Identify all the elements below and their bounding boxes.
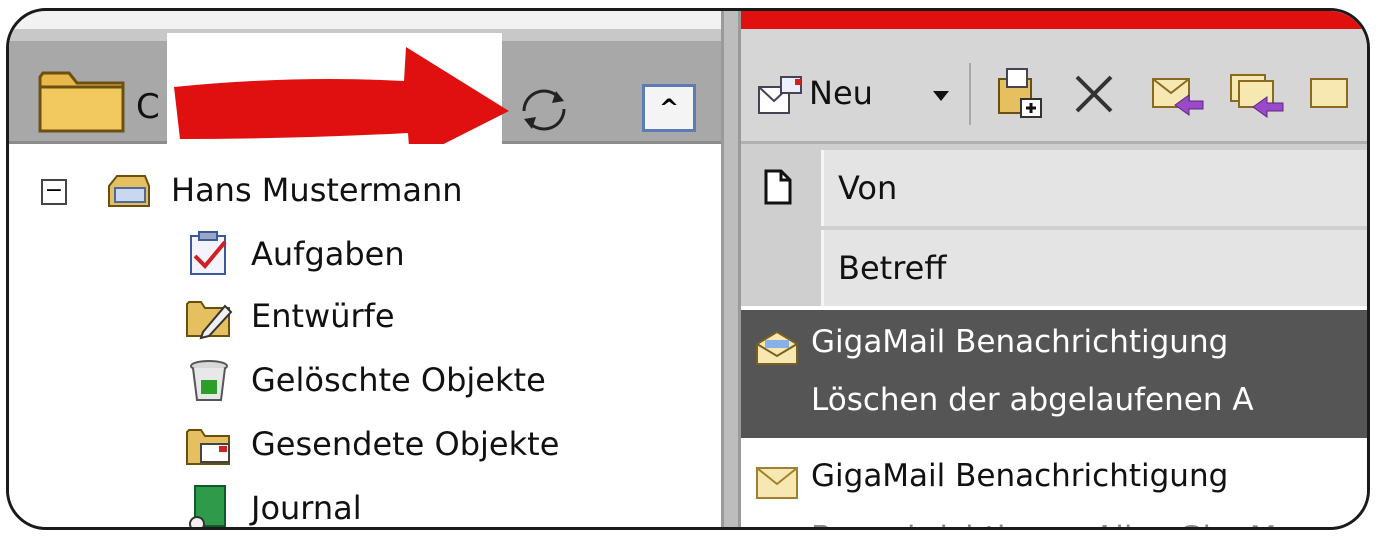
tree-item-sent[interactable]: Gesendete Objekte [185, 420, 559, 468]
delete-icon[interactable] [1071, 71, 1117, 117]
toolbar-separator [969, 63, 971, 125]
mail-icon [756, 467, 798, 499]
mailbox-icon [108, 175, 150, 207]
tasks-icon [190, 231, 227, 275]
journal-icon [189, 485, 226, 527]
reply-all-icon[interactable] [1227, 69, 1287, 119]
message-sender: GigaMail Benachrichtigung [811, 458, 1229, 494]
folder-tree: − Hans Mustermann Aufgaben Entwürfe Gelö… [9, 144, 721, 527]
navigation-pane-header: C ^ [9, 29, 731, 161]
screenshot-frame: C ^ − Hans Mustermann Aufgaben Entwürfe … [6, 8, 1370, 530]
tree-item-label: Journal [251, 489, 362, 527]
message-sender: GigaMail Benachrichtigung [811, 324, 1229, 360]
table-row[interactable]: GigaMail Benachrichtigung Benachrichtigu… [741, 444, 1367, 527]
forward-icon[interactable] [1307, 69, 1367, 119]
tree-item-journal[interactable]: Journal [185, 484, 362, 527]
column-subject[interactable]: Betreff [821, 230, 1367, 306]
tree-item-label: Gelöschte Objekte [251, 361, 546, 399]
pane-title: C [136, 87, 160, 127]
top-red-strip [729, 11, 1367, 29]
message-list: GigaMail Benachrichtigung Löschen der ab… [741, 306, 1367, 527]
drafts-icon [186, 301, 233, 340]
open-mail-icon [756, 330, 798, 365]
move-to-folder-icon[interactable] [993, 65, 1045, 121]
tree-item-label: Aufgaben [251, 235, 405, 273]
new-button[interactable]: Neu [755, 69, 873, 117]
column-icon-cell[interactable] [741, 144, 821, 306]
refresh-icon[interactable] [514, 81, 574, 137]
tree-item-deleted[interactable]: Gelöschte Objekte [185, 356, 546, 404]
table-row[interactable]: GigaMail Benachrichtigung Löschen der ab… [741, 310, 1367, 438]
collapse-pane-button[interactable]: ^ [642, 84, 696, 132]
tree-item-label: Entwürfe [251, 297, 395, 335]
mail-toolbar: Neu [741, 29, 1367, 144]
reply-icon[interactable] [1149, 69, 1205, 119]
new-mail-icon [758, 76, 802, 114]
tree-root-mailbox[interactable]: Hans Mustermann [105, 166, 463, 214]
new-button-label: Neu [809, 74, 873, 112]
column-from[interactable]: Von [821, 150, 1367, 226]
collapse-symbol: ^ [658, 94, 680, 122]
message-list-header: Von Betreff [741, 144, 1367, 306]
dropdown-arrow-icon[interactable] [931, 89, 951, 103]
column-subject-label: Betreff [838, 249, 947, 287]
tree-item-drafts[interactable]: Entwürfe [185, 292, 395, 340]
tree-root-label: Hans Mustermann [171, 171, 463, 209]
column-from-label: Von [838, 169, 898, 207]
sent-icon [186, 429, 230, 465]
message-subject: Benachrichtigung Alice GigaM [811, 520, 1276, 527]
folder-icon [38, 71, 125, 133]
document-icon [764, 169, 792, 205]
tree-item-tasks[interactable]: Aufgaben [185, 230, 405, 278]
trash-icon [190, 360, 228, 401]
message-subject: Löschen der abgelaufenen A [811, 382, 1254, 418]
tree-item-label: Gesendete Objekte [251, 425, 560, 463]
pane-splitter[interactable] [721, 11, 741, 527]
tree-expander-icon[interactable]: − [41, 179, 67, 205]
